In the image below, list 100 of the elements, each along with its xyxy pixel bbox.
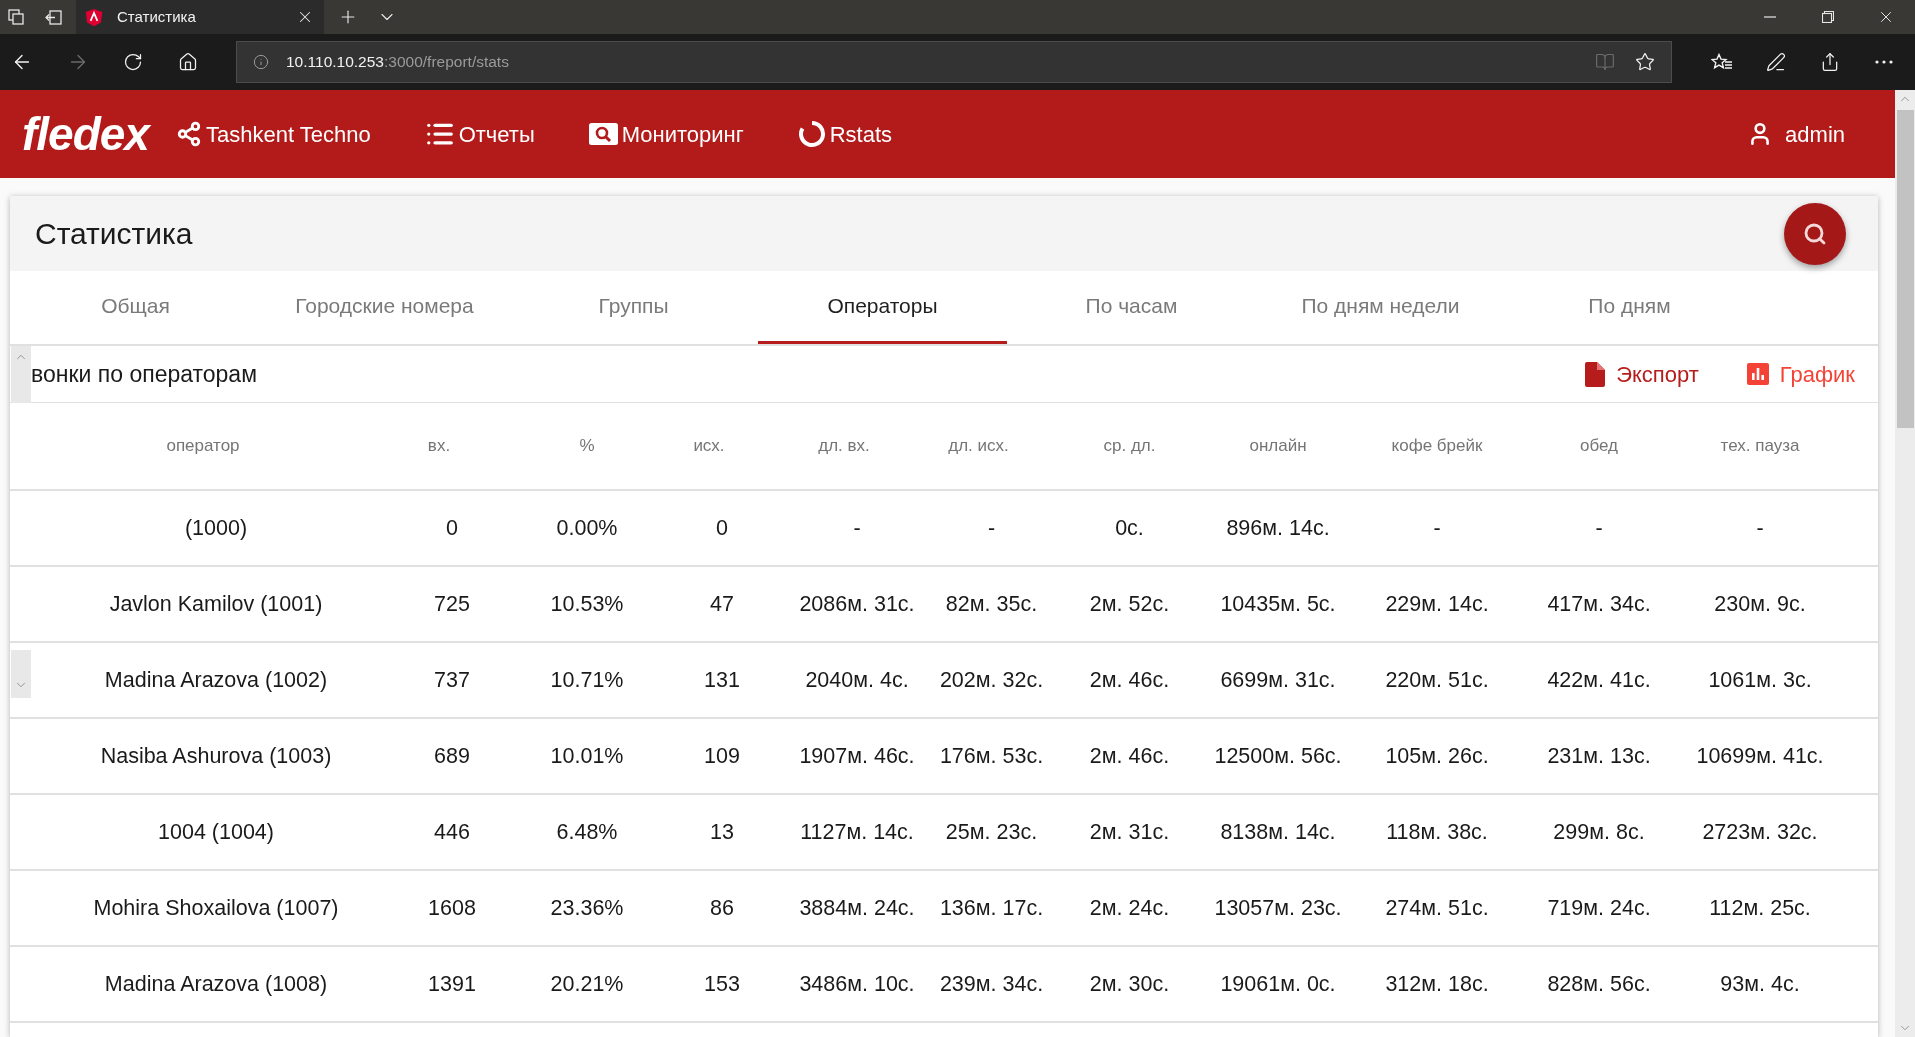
table-cell-text: 0с. <box>1115 514 1144 542</box>
table-cell-text: 6.48% <box>556 818 618 846</box>
box-arrow-icon <box>45 9 62 25</box>
tab-title: Статистика <box>117 6 197 27</box>
more-icon <box>1875 60 1893 64</box>
table-cell-text: 422м. 41с. <box>1547 666 1651 694</box>
table-cell-text: (1000) <box>184 514 248 542</box>
action-button[interactable]: Экспорт <box>1585 357 1699 391</box>
table-cell-text: 239м. 34с. <box>939 970 1044 998</box>
table-cell-text: - <box>1433 514 1441 542</box>
search-button[interactable] <box>1784 202 1846 265</box>
table-cell-text: 112м. 25с. <box>1709 894 1811 922</box>
table-cell-text: 10435м. 5с. <box>1220 590 1336 618</box>
table-cell-text: 719м. 24с. <box>1547 894 1651 922</box>
user-menu[interactable]: admin <box>1747 117 1845 151</box>
star-list-icon <box>1711 53 1733 71</box>
table-cell-text: 13 <box>710 818 734 846</box>
address-field[interactable]: 10.110.10.253:3000/freport/stats <box>236 41 1672 83</box>
table-cell-text: 689 <box>434 742 470 770</box>
action-button[interactable]: График <box>1746 357 1855 391</box>
section-title: вонки по операторам <box>31 359 258 389</box>
table-cell-text: 86 <box>710 894 734 922</box>
table-cell-text: 8138м. 14с. <box>1220 818 1336 846</box>
column-header: кофе брейк <box>1391 435 1483 458</box>
table-cell-text: Nasiba Ashurova (1003) <box>100 742 332 770</box>
table-cell-text: 0 <box>716 514 728 542</box>
nav-link[interactable]: Мониторинг <box>588 117 744 151</box>
table-cell-text: 2м. 46с. <box>1089 666 1170 694</box>
table-cell-text: 10.53% <box>550 590 624 618</box>
share-icon <box>175 121 202 147</box>
scrollbar-thumb[interactable] <box>1896 110 1914 428</box>
brand-logo[interactable]: fledex <box>22 111 149 157</box>
page-title: Статистика <box>35 216 194 252</box>
column-header: дл. вх. <box>818 435 870 458</box>
table-cell-text: 3884м. 24с. <box>799 894 915 922</box>
column-header: онлайн <box>1249 435 1307 458</box>
restore-icon <box>1822 11 1834 23</box>
search-icon <box>1803 221 1827 246</box>
table-cell-text: 136м. 17с. <box>939 894 1044 922</box>
nav-link[interactable]: Rstats <box>797 117 893 151</box>
table-cell-text: 82м. 35с. <box>945 590 1038 618</box>
table-cell-text: 230м. 9с. <box>1714 590 1806 618</box>
table-cell-text: 23.36% <box>550 894 624 922</box>
column-header: исх. <box>693 435 725 458</box>
table-cell-text: Madina Arazova (1002) <box>104 666 328 694</box>
document-icon <box>1585 361 1606 387</box>
table-cell-text: 2м. 31с. <box>1089 818 1170 846</box>
table-cell-text: 1004 (1004) <box>158 818 274 846</box>
table-cell-text: 153 <box>704 970 740 998</box>
table-cell-text: 2040м. 4с. <box>805 666 909 694</box>
column-header: дл. исх. <box>948 435 1009 458</box>
table-cell-text: - <box>1595 514 1603 542</box>
table-cell-text: 2м. 24с. <box>1089 894 1170 922</box>
table-cell-text: 2723м. 32с. <box>1702 818 1818 846</box>
shield-logo-icon <box>85 7 103 27</box>
table-cell-text: 202м. 32с. <box>939 666 1044 694</box>
url-text: 10.110.10.253:3000/freport/stats <box>286 52 510 73</box>
table-cell-text: 220м. 51с. <box>1385 666 1489 694</box>
star-icon[interactable] <box>1635 52 1655 72</box>
table-cell-text: 109 <box>704 742 740 770</box>
table-cell-text: 10.71% <box>550 666 624 694</box>
table-cell-text: 25м. 23с. <box>945 818 1038 846</box>
tab[interactable]: Общая <box>11 271 260 344</box>
table-cell-text: 19061м. 0с. <box>1220 970 1336 998</box>
bar-chart-icon <box>1746 363 1769 385</box>
table-cell-text: - <box>987 514 996 542</box>
table-cell-text: 231м. 13с. <box>1547 742 1651 770</box>
home-icon <box>177 52 198 72</box>
pen-icon <box>1766 52 1786 72</box>
column-header: оператор <box>166 435 240 458</box>
column-header: обед <box>1580 435 1618 458</box>
table-cell-text: 0 <box>446 514 458 542</box>
table-cell-text: 1391 <box>428 970 476 998</box>
table-cell-text: 118м. 38с. <box>1386 818 1488 846</box>
tab[interactable]: По часам <box>1007 271 1256 344</box>
column-header: тех. пауза <box>1720 435 1800 458</box>
nav-link[interactable]: Tashkent Techno <box>175 117 371 151</box>
minimize-icon <box>1764 16 1776 18</box>
stacked-squares-icon <box>7 9 24 25</box>
table-cell-text: 896м. 14с. <box>1226 514 1330 542</box>
table-cell-text: 12500м. 56с. <box>1214 742 1342 770</box>
table-cell-text: 299м. 8с. <box>1553 818 1645 846</box>
tab[interactable]: Городские номера <box>260 271 509 344</box>
tab[interactable]: Операторы <box>758 271 1007 344</box>
tab[interactable]: Группы <box>509 271 758 344</box>
table-cell-text: 10.01% <box>550 742 624 770</box>
page-scrollbar[interactable] <box>1895 90 1915 1037</box>
table-cell-text: - <box>853 514 861 542</box>
table-cell-text: 1608 <box>428 894 476 922</box>
browser-tab[interactable]: Статистика <box>76 0 324 34</box>
tab[interactable]: По дням <box>1505 271 1754 344</box>
table-cell-text: 274м. 51с. <box>1385 894 1489 922</box>
table-cell-text: 93м. 4с. <box>1720 970 1800 998</box>
table-cell-text: 0.00% <box>556 514 618 542</box>
tab[interactable]: По дням недели <box>1256 271 1505 344</box>
table-cell-text: 3486м. 10с. <box>799 970 915 998</box>
share-icon <box>1820 52 1840 72</box>
info-icon <box>253 54 269 70</box>
table-cell-text: 446 <box>434 818 470 846</box>
nav-link[interactable]: Отчеты <box>424 117 535 151</box>
